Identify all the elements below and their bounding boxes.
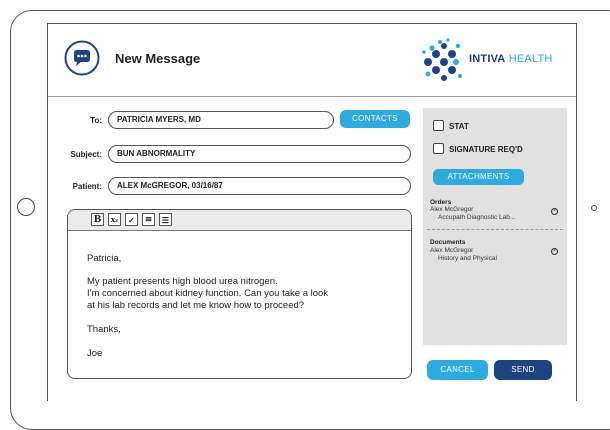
divider — [427, 229, 563, 230]
signature-checkbox[interactable] — [433, 143, 444, 154]
stat-label: STAT — [449, 122, 469, 131]
page-title: New Message — [115, 51, 201, 66]
documents-title: Documents — [430, 239, 466, 246]
brush-icon[interactable]: ✓ — [125, 213, 138, 226]
orders-patient: Alex McGregor — [430, 206, 474, 213]
message-line: Thanks, — [87, 324, 121, 335]
subscript-icon[interactable]: x₂ — [108, 213, 121, 226]
message-screen: New Message INTIVA HEALTH To: PATRICIA M… — [47, 23, 577, 401]
signature-label: SIGNATURE REQ'D — [449, 145, 523, 154]
remove-documents-icon[interactable]: × — [551, 248, 558, 255]
documents-item[interactable]: History and Physical — [438, 255, 497, 262]
orders-item[interactable]: Accupath Diagnostic Lab... — [438, 214, 515, 221]
bold-icon[interactable]: B — [91, 213, 104, 226]
brand-name: INTIVA HEALTH — [469, 53, 553, 65]
chat-bubble-icon — [64, 40, 100, 76]
documents-patient: Alex McGregor — [430, 247, 474, 254]
brand-secondary: HEALTH — [508, 53, 553, 65]
camera-icon — [591, 205, 597, 211]
contacts-button[interactable]: CONTACTS — [340, 110, 410, 128]
attachments-button[interactable]: ATTACHMENTS — [433, 169, 524, 185]
options-panel: STAT SIGNATURE REQ'D ATTACHMENTS Orders … — [423, 108, 567, 345]
list-icon[interactable]: ☰ — [159, 213, 172, 226]
message-line: I'm concerned about kidney function. Can… — [87, 288, 329, 299]
message-line: Joe — [87, 348, 103, 359]
intiva-logo-icon — [422, 38, 462, 81]
brand-primary: INTIVA — [469, 53, 506, 65]
message-editor[interactable]: B x₂ ✓ ≡ ☰ Patricia, My patient presents… — [67, 209, 412, 379]
subject-field[interactable]: BUN ABNORMALITY — [108, 145, 411, 163]
send-button[interactable]: SEND — [494, 360, 552, 380]
subject-label: Subject: — [70, 150, 102, 159]
to-field[interactable]: PATRICIA MYERS, MD — [108, 111, 334, 129]
editor-toolbar: B x₂ ✓ ≡ ☰ — [68, 210, 411, 231]
patient-label: Patient: — [72, 182, 102, 191]
message-line: Patricia, — [87, 253, 122, 264]
cancel-button[interactable]: CANCEL — [427, 360, 488, 380]
patient-field[interactable]: ALEX McGREGOR, 03/16/87 — [108, 177, 411, 195]
message-line: My patient presents high blood urea nitr… — [87, 276, 278, 287]
to-label: To: — [90, 116, 102, 125]
stat-checkbox[interactable] — [433, 120, 444, 131]
remove-orders-icon[interactable]: × — [551, 208, 558, 215]
message-line: at his lab records and let me know how t… — [87, 300, 305, 311]
home-button[interactable] — [17, 198, 35, 216]
align-icon[interactable]: ≡ — [142, 213, 155, 226]
header: New Message INTIVA HEALTH — [48, 24, 576, 97]
orders-title: Orders — [430, 199, 452, 206]
